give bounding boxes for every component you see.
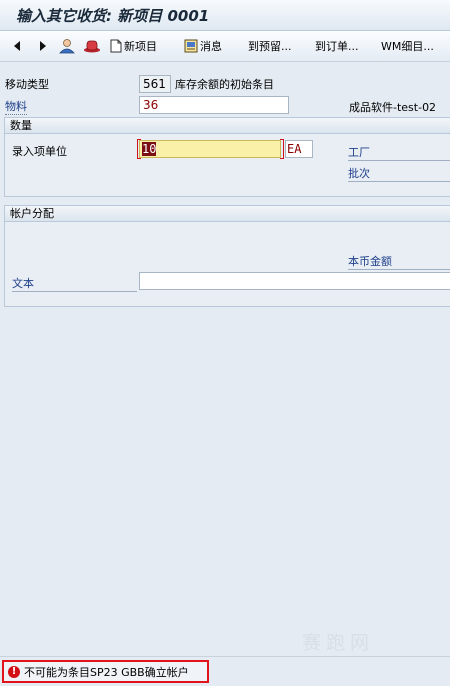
message-icon	[184, 39, 198, 53]
message-button[interactable]: 消息	[184, 31, 222, 61]
window-title: 输入其它收货: 新项目 0001	[16, 7, 210, 25]
arrow-left-icon	[14, 41, 20, 51]
wm-detail-button[interactable]: WM细目...	[381, 31, 434, 61]
entry-quantity-input[interactable]: 10	[139, 140, 281, 158]
next-button[interactable]	[38, 31, 48, 61]
required-bracket-right	[280, 139, 284, 159]
new-item-button[interactable]: 新项目	[110, 31, 157, 61]
quantity-group-title: 数量	[5, 118, 450, 134]
batch-label: 批次	[348, 165, 450, 182]
account-assignment-group-title: 帐户分配	[5, 206, 450, 222]
person-icon	[59, 39, 75, 54]
status-bar: ! 不可能为条目SP23 GBB确立帐户	[0, 656, 450, 686]
new-document-icon	[110, 39, 122, 53]
material-description: 成品软件-test-02	[349, 101, 437, 114]
text-input[interactable]	[139, 272, 450, 290]
entry-quantity-value: 10	[142, 142, 157, 156]
arrow-right-icon	[40, 41, 46, 51]
new-item-label: 新项目	[124, 40, 157, 53]
movement-type-label: 移动类型	[5, 78, 49, 91]
hat-icon	[84, 40, 100, 53]
to-order-label: 到订单...	[315, 40, 359, 53]
person-button[interactable]	[58, 31, 76, 61]
previous-button[interactable]	[12, 31, 22, 61]
hat-button[interactable]	[83, 31, 101, 61]
to-order-button[interactable]: 到订单...	[315, 31, 359, 61]
material-label: 物料	[5, 100, 27, 115]
application-toolbar: 新项目 消息 到预留... 到订单... WM细目...	[0, 31, 450, 62]
wm-detail-label: WM细目...	[381, 40, 434, 53]
movement-type-field: 561	[139, 75, 171, 93]
status-message-text: 不可能为条目SP23 GBB确立帐户	[24, 665, 189, 679]
movement-type-description: 库存余额的初始条目	[175, 78, 274, 91]
plant-label: 工厂	[348, 144, 450, 161]
entry-unit-label: 录入项单位	[12, 145, 67, 158]
entry-unit-input[interactable]: EA	[285, 140, 313, 158]
message-label: 消息	[200, 40, 222, 53]
text-label: 文本	[12, 275, 137, 292]
material-input[interactable]: 36	[139, 96, 289, 114]
title-bar: 输入其它收货: 新项目 0001	[0, 0, 450, 31]
to-reservation-button[interactable]: 到预留...	[248, 31, 292, 61]
status-message[interactable]: ! 不可能为条目SP23 GBB确立帐户	[2, 660, 209, 683]
local-amount-label: 本币金额	[348, 253, 450, 270]
error-icon: !	[8, 665, 20, 678]
to-reservation-label: 到预留...	[248, 40, 292, 53]
watermark: 赛跑网	[302, 632, 375, 654]
